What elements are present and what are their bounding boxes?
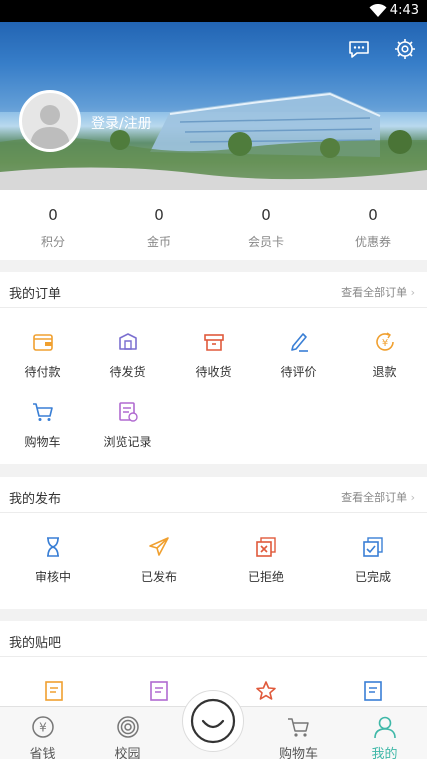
tab-mine[interactable]: 我的 [342, 707, 427, 759]
item-label: 待付款 [24, 365, 61, 379]
order-browse-history[interactable]: 浏览记录 [85, 400, 170, 460]
item-label: 待收货 [195, 365, 232, 379]
yuan-coin-icon: ¥ [31, 716, 54, 738]
publish-published[interactable]: 已发布 [106, 535, 212, 595]
order-refund[interactable]: ¥ 退款 [342, 330, 427, 390]
tab-cart[interactable]: 购物车 [256, 707, 341, 759]
avatar[interactable] [19, 90, 81, 152]
link-label: 查看全部订单 [341, 491, 408, 504]
gear-icon[interactable] [392, 36, 418, 62]
stat-label: 优惠券 [354, 235, 391, 249]
history-doc-icon [118, 402, 138, 422]
order-pending-shipment[interactable]: 待发货 [85, 330, 170, 390]
view-all-orders-link[interactable]: 查看全部订单 › [341, 284, 415, 300]
item-label: 已发布 [140, 570, 177, 584]
status-bar: 4:43 [0, 0, 427, 22]
wallet-icon [32, 334, 53, 351]
stat-member-card[interactable]: 0 会员卡 [213, 190, 319, 260]
section-title: 我的发布 [9, 492, 62, 507]
wifi-icon [369, 4, 387, 17]
default-avatar-icon [30, 105, 70, 149]
status-time: 4:43 [389, 3, 419, 18]
view-all-publish-link[interactable]: 查看全部订单 › [341, 489, 415, 505]
stats-row: 0 积分 0 金币 0 会员卡 0 优惠券 [0, 190, 427, 260]
publish-completed[interactable]: 已完成 [320, 535, 426, 595]
order-cart[interactable]: 购物车 [0, 400, 85, 460]
tab-label: 购物车 [278, 747, 318, 759]
tab-label: 省钱 [29, 747, 56, 759]
box-icon [203, 334, 224, 351]
login-register-link[interactable]: 登录/注册 [91, 113, 152, 133]
stat-points[interactable]: 0 积分 [0, 190, 106, 260]
publish-section: 我的发布 查看全部订单 › 审核中 已发布 已拒绝 已完成 [0, 477, 427, 609]
cart-icon [287, 718, 309, 737]
item-label: 待评价 [280, 365, 317, 379]
yuan-refund-icon: ¥ [375, 332, 394, 351]
stat-label: 会员卡 [247, 235, 284, 249]
stat-value: 0 [261, 206, 271, 224]
chat-bubble-icon[interactable] [346, 36, 372, 62]
package-icon [118, 333, 137, 350]
chevron-right-icon: › [410, 286, 415, 299]
item-label: 退款 [372, 365, 397, 379]
tab-label: 校园 [114, 747, 141, 759]
stat-coins[interactable]: 0 金币 [106, 190, 212, 260]
reject-doc-icon [256, 537, 276, 557]
tieba-header: 我的贴吧 [0, 621, 427, 657]
item-label: 已完成 [354, 570, 391, 584]
person-icon [373, 716, 396, 739]
svg-text:¥: ¥ [39, 721, 47, 735]
stat-value: 0 [368, 206, 378, 224]
center-action-button[interactable] [182, 690, 244, 752]
publish-header: 我的发布 查看全部订单 › [0, 477, 427, 513]
pen-icon [290, 333, 308, 352]
item-label: 待发货 [109, 365, 146, 379]
publish-reviewing[interactable]: 审核中 [0, 535, 106, 595]
stat-coupons[interactable]: 0 优惠券 [320, 190, 426, 260]
hourglass-icon [47, 537, 59, 557]
stat-value: 0 [154, 206, 164, 224]
order-pending-payment[interactable]: 待付款 [0, 330, 85, 390]
tab-campus[interactable]: 校园 [85, 707, 170, 759]
section-title: 我的贴吧 [9, 636, 62, 651]
item-label: 浏览记录 [103, 435, 152, 449]
profile-header: 登录/注册 [0, 22, 427, 190]
check-doc-icon [363, 537, 383, 557]
publish-rejected[interactable]: 已拒绝 [213, 535, 319, 595]
link-label: 查看全部订单 [341, 286, 408, 299]
doc-orange-icon[interactable] [42, 679, 66, 703]
spiral-icon [116, 716, 139, 738]
paper-plane-icon [149, 537, 169, 556]
stat-value: 0 [48, 206, 58, 224]
smile-center-icon [190, 698, 236, 744]
doc-blue-icon[interactable] [361, 679, 385, 703]
item-label: 审核中 [34, 570, 71, 584]
chevron-right-icon: › [410, 491, 415, 504]
order-pending-receipt[interactable]: 待收货 [171, 330, 256, 390]
item-label: 已拒绝 [247, 570, 284, 584]
section-title: 我的订单 [9, 287, 62, 302]
orders-section: 我的订单 查看全部订单 › 待付款 待发货 待收货 待评价 ¥ 退款 购物车 浏… [0, 272, 427, 464]
tab-save-money[interactable]: ¥ 省钱 [0, 707, 85, 759]
orders-header: 我的订单 查看全部订单 › [0, 272, 427, 308]
stat-label: 积分 [40, 235, 65, 249]
svg-text:¥: ¥ [381, 338, 387, 349]
star-icon[interactable] [254, 679, 278, 703]
cart-icon [32, 403, 53, 421]
order-pending-review[interactable]: 待评价 [256, 330, 341, 390]
item-label: 购物车 [24, 435, 61, 449]
stat-label: 金币 [146, 235, 171, 249]
tab-label: 我的 [371, 747, 398, 759]
doc-purple-icon[interactable] [147, 679, 171, 703]
